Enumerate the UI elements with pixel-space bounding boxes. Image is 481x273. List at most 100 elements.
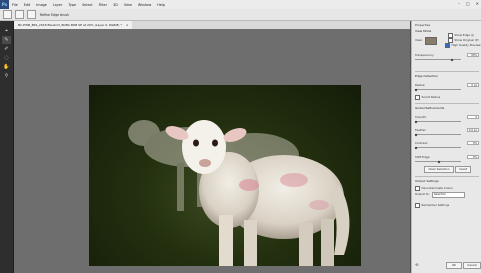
maximize-icon[interactable]: □ — [466, 1, 470, 6]
shift-edge-row: Shift Edge: 0% — [415, 155, 479, 159]
shift-edge-input[interactable]: 0% — [467, 155, 479, 159]
menu-filter[interactable]: Filter — [99, 3, 107, 7]
smooth-row: Smooth: 0 — [415, 115, 479, 119]
output-settings-heading: Output Settings — [415, 179, 439, 183]
slider-knob[interactable] — [450, 58, 454, 61]
checkbox-box — [415, 186, 420, 191]
lamb-photo[interactable] — [89, 85, 361, 266]
smooth-slider[interactable] — [414, 120, 461, 123]
output-to-select[interactable]: Selection — [432, 192, 465, 198]
contrast-row: Contrast: 0% — [415, 141, 479, 145]
zoom-tool-icon[interactable]: ⚲ — [2, 72, 11, 80]
checkbox-box — [448, 38, 453, 43]
checkbox-box — [415, 203, 420, 208]
transparency-label: Transparency — [415, 53, 434, 57]
quick-selection-tool-icon[interactable]: ⌖ — [2, 27, 11, 35]
menu-window[interactable]: Window — [138, 3, 151, 7]
radius-input[interactable]: 0 px — [467, 83, 479, 87]
lasso-tool-icon[interactable]: ◌ — [2, 54, 11, 62]
slider-knob[interactable] — [414, 120, 418, 123]
smart-radius-checkbox[interactable]: Smart Radius — [415, 95, 440, 100]
checkbox-box — [445, 43, 450, 48]
tools-panel: ⌖ ✎ ✐ ◌ ✋ ⚲ — [0, 21, 14, 273]
menu-file[interactable]: File — [12, 3, 18, 7]
document-tab-title: BC-EWB_BSS_2018 Bluebird_BOBA BOB SE at … — [18, 23, 122, 27]
feather-slider[interactable] — [414, 133, 461, 136]
show-original-checkbox[interactable]: Show Original (P) — [448, 38, 479, 43]
decontaminate-checkbox[interactable]: Decontaminate Colors — [415, 186, 453, 191]
output-to-label: Output To: — [415, 192, 430, 196]
menu-bar: Ps File Edit Image Layer Type Select Fil… — [0, 0, 481, 9]
menu-type[interactable]: Type — [68, 3, 76, 7]
smart-radius-label: Smart Radius — [421, 95, 441, 100]
checkbox-box — [448, 33, 453, 38]
refine-edge-brush-icon[interactable]: ✎ — [2, 36, 11, 44]
slider-knob[interactable] — [414, 133, 418, 136]
close-icon[interactable]: ✕ — [476, 1, 479, 6]
radius-label: Radius: — [415, 83, 426, 87]
decontaminate-label: Decontaminate Colors — [421, 186, 453, 191]
invert-button[interactable]: Invert — [455, 166, 471, 173]
divider — [415, 71, 479, 72]
slider-knob[interactable] — [414, 88, 418, 91]
divider — [415, 103, 479, 104]
global-refinements-heading: Global Refinements — [415, 106, 445, 110]
divider — [415, 176, 479, 177]
smooth-label: Smooth: — [415, 115, 427, 119]
contrast-input[interactable]: 0% — [467, 141, 479, 145]
view-thumbnail[interactable] — [425, 37, 437, 45]
feather-row: Feather: 0.0 px — [415, 128, 479, 132]
brush-subtract-icon[interactable] — [27, 10, 36, 19]
feather-input[interactable]: 0.0 px — [467, 128, 479, 132]
view-mode-heading: View Mode — [415, 29, 432, 33]
slider-knob[interactable] — [437, 160, 441, 163]
contrast-slider[interactable] — [414, 146, 461, 149]
menu-view[interactable]: View — [124, 3, 132, 7]
menu-layer[interactable]: Layer — [53, 3, 62, 7]
high-quality-label: High Quality Preview — [451, 43, 481, 48]
transparency-slider[interactable] — [415, 58, 461, 61]
options-bar: Refine Edge brush — [0, 9, 481, 21]
menu-select[interactable]: Select — [82, 3, 92, 7]
ok-button[interactable]: OK — [446, 262, 462, 269]
show-edge-label: Show Edge (J) — [454, 33, 474, 38]
smooth-input[interactable]: 0 — [467, 115, 479, 119]
show-edge-checkbox[interactable]: Show Edge (J) — [448, 33, 474, 38]
shift-edge-slider[interactable] — [415, 160, 461, 163]
minimize-icon[interactable]: – — [458, 1, 460, 6]
radius-slider[interactable] — [414, 88, 461, 91]
menu-edit[interactable]: Edit — [24, 3, 31, 7]
menu-image[interactable]: Image — [36, 3, 47, 7]
high-quality-checkbox[interactable]: High Quality Preview — [445, 43, 481, 48]
transparency-row: Transparency 80% — [415, 53, 479, 57]
properties-panel: Properties View Mode View: Show Edge (J)… — [411, 21, 481, 273]
brush-tool-icon[interactable]: ✐ — [2, 45, 11, 53]
canvas-area[interactable] — [14, 29, 410, 273]
edge-detection-heading: Edge Detection — [415, 74, 439, 78]
panel-title: Properties — [415, 23, 431, 27]
reset-icon[interactable]: ⟲ — [415, 262, 418, 267]
view-label: View: — [415, 38, 423, 42]
clear-selection-button[interactable]: Clear Selection — [424, 166, 454, 173]
brush-add-icon[interactable] — [15, 10, 24, 19]
remember-settings-checkbox[interactable]: Remember Settings — [415, 203, 449, 208]
transparency-input[interactable]: 80% — [467, 53, 479, 57]
options-label: Refine Edge brush — [40, 12, 70, 17]
shift-edge-label: Shift Edge: — [415, 155, 431, 159]
cancel-button[interactable]: Cancel — [463, 262, 481, 269]
brush-preset-icon[interactable] — [3, 10, 12, 19]
document-tab[interactable]: BC-EWB_BSS_2018 Bluebird_BOBA BOB SE at … — [14, 21, 133, 29]
photoshop-logo: Ps — [0, 0, 9, 9]
tab-close-icon[interactable]: × — [126, 23, 129, 27]
window-controls: – □ ✕ — [458, 1, 479, 6]
hand-tool-icon[interactable]: ✋ — [2, 63, 11, 71]
feather-label: Feather: — [415, 128, 427, 132]
show-original-label: Show Original (P) — [454, 38, 479, 43]
menu-help[interactable]: Help — [157, 3, 165, 7]
slider-knob[interactable] — [414, 146, 418, 149]
radius-row: Radius: 0 px — [415, 83, 479, 87]
remember-settings-label: Remember Settings — [421, 203, 450, 208]
document-tab-bar: BC-EWB_BSS_2018 Bluebird_BOBA BOB SE at … — [14, 21, 410, 29]
menu-3d[interactable]: 3D — [113, 3, 118, 7]
contrast-label: Contrast: — [415, 141, 428, 145]
